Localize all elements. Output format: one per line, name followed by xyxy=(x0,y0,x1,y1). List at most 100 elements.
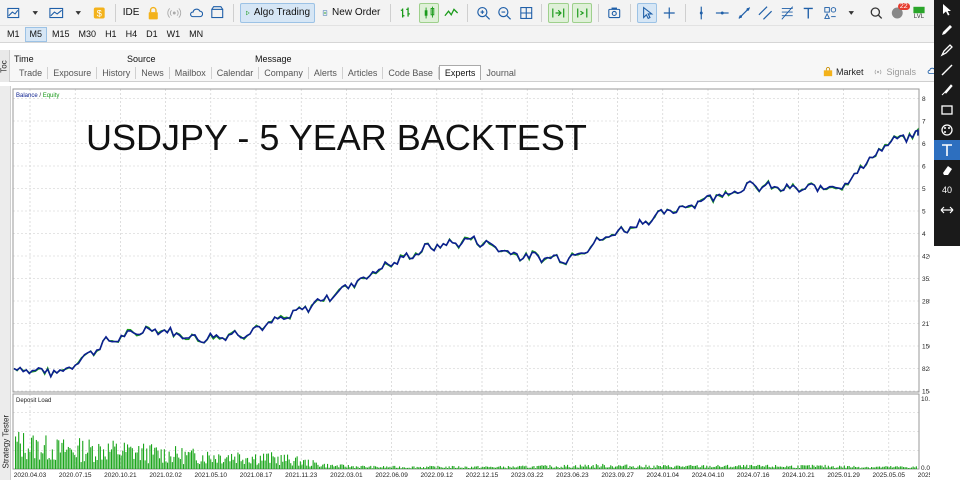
zoom-out-icon[interactable] xyxy=(495,3,514,23)
column-message[interactable]: Message xyxy=(255,54,292,64)
signal-broadcast-icon[interactable] xyxy=(165,3,184,23)
timeframe-m1[interactable]: M1 xyxy=(3,27,24,42)
deposit-bar xyxy=(719,466,721,469)
deposit-bar xyxy=(631,466,633,469)
chart-legend: Balance / Equity xyxy=(16,93,59,99)
search-icon[interactable] xyxy=(867,3,886,23)
deposit-bar xyxy=(650,467,652,469)
timeframe-d1[interactable]: D1 xyxy=(142,27,162,42)
zoom-in-icon[interactable] xyxy=(474,3,493,23)
deposit-bar xyxy=(163,449,165,469)
cloud-icon[interactable] xyxy=(187,3,206,23)
x-tick-label: 2022.03.01 xyxy=(330,472,363,479)
bar-chart-icon[interactable] xyxy=(397,3,416,23)
market-icon[interactable] xyxy=(208,3,227,23)
line-chart-icon[interactable] xyxy=(442,3,461,23)
deposit-bar xyxy=(133,458,135,469)
level-badge[interactable]: LVL xyxy=(910,3,929,23)
chevron-down-icon[interactable] xyxy=(69,3,88,23)
timeframe-m5[interactable]: M5 xyxy=(24,26,48,42)
deposit-bar xyxy=(322,464,324,469)
notifications-icon[interactable]: 22 xyxy=(888,2,910,23)
tab-exposure[interactable]: Exposure xyxy=(48,66,98,79)
chevron-down-icon[interactable] xyxy=(842,3,861,23)
toolbox-side-tab[interactable]: Toc xyxy=(0,50,10,82)
deposit-bar xyxy=(67,446,69,469)
tab-mailbox[interactable]: Mailbox xyxy=(170,66,212,79)
tab-history[interactable]: History xyxy=(97,66,137,79)
deposit-bar xyxy=(842,467,844,469)
tab-news[interactable]: News xyxy=(136,66,170,79)
deposit-bar xyxy=(355,466,357,469)
timeframe-h4[interactable]: H4 xyxy=(122,27,142,42)
deposit-bar xyxy=(384,467,386,469)
equidistant-channel-icon[interactable] xyxy=(756,3,775,23)
new-order-button[interactable]: New Order xyxy=(318,3,384,23)
text-tool-icon[interactable] xyxy=(799,3,818,23)
chevron-down-icon[interactable] xyxy=(26,3,45,23)
deposit-bar xyxy=(336,465,338,469)
signals-link[interactable]: Signals xyxy=(873,67,916,77)
deposit-bar xyxy=(813,465,815,469)
timeframe-m15[interactable]: M15 xyxy=(48,27,74,42)
tab-alerts[interactable]: Alerts xyxy=(309,66,343,79)
tab-trade[interactable]: Trade xyxy=(14,66,49,79)
tab-calendar[interactable]: Calendar xyxy=(212,66,260,79)
tab-articles[interactable]: Articles xyxy=(343,66,384,79)
column-source[interactable]: Source xyxy=(127,54,156,64)
tile-windows-icon[interactable] xyxy=(517,3,536,23)
cursor-tool-icon[interactable] xyxy=(934,0,960,20)
text-tool-icon[interactable] xyxy=(934,140,960,160)
chart-shift-icon[interactable] xyxy=(571,2,593,23)
profiles-icon[interactable] xyxy=(47,3,66,23)
cursor-icon[interactable] xyxy=(636,2,658,23)
new-chart-icon[interactable] xyxy=(4,3,23,23)
deposit-bar xyxy=(218,454,220,469)
dollar-icon[interactable]: $ xyxy=(90,3,109,23)
vertical-line-icon[interactable] xyxy=(692,3,711,23)
ide-button[interactable]: IDE xyxy=(121,3,140,23)
strategy-tester-side-tab[interactable]: Strategy Tester xyxy=(0,86,11,480)
lock-icon[interactable] xyxy=(144,3,163,23)
deposit-bar xyxy=(103,449,105,469)
pencil-icon[interactable] xyxy=(934,20,960,40)
timeframe-mn[interactable]: MN xyxy=(185,27,207,42)
deposit-bar xyxy=(40,452,42,469)
palette-icon[interactable] xyxy=(934,120,960,140)
timeframe-h1[interactable]: H1 xyxy=(101,27,121,42)
deposit-bar xyxy=(146,448,148,469)
deposit-bar xyxy=(619,465,621,469)
line-width-value[interactable]: 40 xyxy=(934,180,960,200)
timeframe-w1[interactable]: W1 xyxy=(163,27,185,42)
algo-trading-button[interactable]: Algo Trading xyxy=(239,2,316,23)
deposit-bar xyxy=(903,467,905,469)
line-tool-icon[interactable] xyxy=(934,60,960,80)
rectangle-tool-icon[interactable] xyxy=(934,100,960,120)
screenshot-icon[interactable] xyxy=(605,3,624,23)
deposit-bar xyxy=(455,467,457,469)
timeframe-m30[interactable]: M30 xyxy=(75,27,101,42)
market-link[interactable]: Market xyxy=(823,67,863,77)
shapes-icon[interactable] xyxy=(821,3,840,23)
tab-journal[interactable]: Journal xyxy=(481,67,521,79)
deposit-bar xyxy=(799,468,801,469)
deposit-bar xyxy=(215,459,217,469)
deposit-bar xyxy=(787,466,789,469)
brush-icon[interactable] xyxy=(934,80,960,100)
expand-arrows-icon[interactable] xyxy=(934,200,960,220)
candlestick-icon[interactable] xyxy=(418,2,440,23)
trend-line-icon[interactable] xyxy=(735,3,754,23)
eraser-icon[interactable] xyxy=(934,160,960,180)
horizontal-line-icon[interactable] xyxy=(713,3,732,23)
auto-scroll-icon[interactable] xyxy=(548,2,569,23)
cloud-link[interactable] xyxy=(926,66,934,78)
column-time[interactable]: Time xyxy=(14,54,34,64)
tab-company[interactable]: Company xyxy=(259,66,309,79)
crosshair-icon[interactable] xyxy=(660,3,679,23)
tab-experts[interactable]: Experts xyxy=(438,65,482,80)
deposit-bar xyxy=(712,466,714,469)
tab-code-base[interactable]: Code Base xyxy=(383,66,439,79)
toolbox-side-label: Toc xyxy=(0,59,10,73)
marker-icon[interactable] xyxy=(934,40,960,60)
fibonacci-icon[interactable] xyxy=(778,3,797,23)
